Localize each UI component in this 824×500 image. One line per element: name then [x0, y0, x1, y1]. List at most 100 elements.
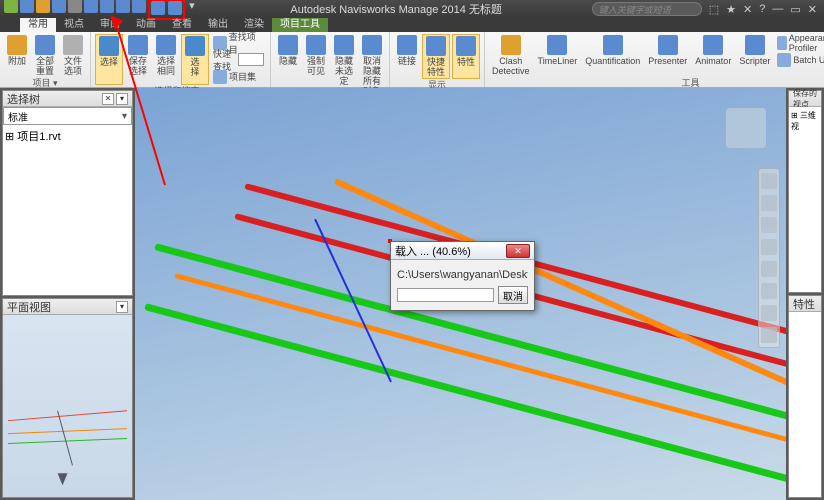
quick-access-toolbar: ▾	[0, 0, 201, 20]
panel-pin-icon[interactable]: ✕	[102, 93, 114, 105]
nav-wheel-icon[interactable]	[761, 173, 777, 189]
nav-orbit-icon[interactable]	[761, 239, 777, 255]
title-bar: ▾ Autodesk Navisworks Manage 2014 无标题 键入…	[0, 0, 824, 18]
maximize-button[interactable]: ▭	[787, 3, 803, 16]
selection-tree-panel: 选择树 ✕ ▾ 标准 ⊞ 项目1.rvt	[2, 90, 133, 296]
animator-button[interactable]: Animator	[692, 34, 734, 77]
panel-header: 选择树 ✕ ▾	[3, 91, 132, 107]
qat-undo-icon[interactable]	[100, 0, 114, 13]
viewport-3d[interactable]: 载入 ... (40.6%) ✕ C:\Users\wangyanan\Desk…	[135, 88, 786, 500]
tree-body[interactable]: ⊞ 项目1.rvt	[3, 125, 132, 295]
progress-bar	[397, 288, 494, 302]
tab-view[interactable]: 查看	[164, 18, 200, 32]
plan-view-panel: 平面视图 ▾	[2, 298, 133, 498]
quick-find-input[interactable]: 快速查找	[211, 51, 266, 68]
work-area: 选择树 ✕ ▾ 标准 ⊞ 项目1.rvt 平面视图 ▾	[0, 88, 824, 500]
sys-icon[interactable]: ★	[723, 3, 739, 16]
nav-zoom-icon[interactable]	[761, 217, 777, 233]
tab-review[interactable]: 审阅	[92, 18, 128, 32]
panel-header: 特性	[789, 296, 821, 312]
append-button[interactable]: 附加	[4, 34, 30, 77]
dialog-body: C:\Users\wangyanan\Desktop\项目1.rvt 取消	[391, 260, 534, 310]
dialog-title-bar[interactable]: 载入 ... (40.6%) ✕	[391, 242, 534, 260]
tree-item[interactable]: ⊞ 项目1.rvt	[5, 127, 130, 145]
nav-look-icon[interactable]	[761, 261, 777, 277]
sys-icon[interactable]: ✕	[740, 3, 755, 16]
nav-fly-icon[interactable]	[761, 305, 777, 321]
qat-save-icon[interactable]	[52, 0, 66, 13]
file-options-button[interactable]: 文件 选项	[60, 34, 86, 77]
ribbon-group-visibility: 隐藏 强制可见 隐藏 未选定 取消隐藏 所有对象 可见性	[271, 32, 390, 87]
timeliner-button[interactable]: TimeLiner	[535, 34, 581, 77]
selection-tree-button[interactable]: 选 择	[181, 34, 209, 85]
qat-open-icon[interactable]	[36, 0, 50, 13]
nav-walk-icon[interactable]	[761, 283, 777, 299]
properties-button[interactable]: 特性	[452, 34, 480, 79]
sets-button[interactable]: 项目集	[211, 68, 266, 85]
save-selection-button[interactable]: 保存 选择	[125, 34, 151, 85]
appearance-profiler-button[interactable]: Appearance Profiler	[775, 34, 824, 51]
nav-pan-icon[interactable]	[761, 195, 777, 211]
panel-close-icon[interactable]: ▾	[116, 301, 128, 313]
sys-icon[interactable]: ?	[756, 3, 768, 16]
window-controls: ⬚ ★ ✕ ? — ▭ ✕	[706, 3, 824, 16]
minimize-button[interactable]: —	[769, 3, 786, 16]
qat-print-icon[interactable]	[68, 0, 82, 13]
highlight-box	[148, 0, 185, 20]
links-button[interactable]: 链接	[394, 34, 420, 79]
panel-header: 平面视图 ▾	[3, 299, 132, 315]
nav-bar	[758, 168, 780, 348]
panel-title: 选择树	[7, 91, 40, 107]
panel-title: 平面视图	[7, 299, 51, 315]
presenter-button[interactable]: Presenter	[645, 34, 690, 77]
batch-utility-button[interactable]: Batch Utility	[775, 51, 824, 68]
select-button[interactable]: 选择	[95, 34, 123, 85]
reset-all-button[interactable]: 全部 重置	[32, 34, 58, 77]
close-button[interactable]: ✕	[805, 3, 820, 16]
viewcube[interactable]	[726, 108, 766, 148]
qat-refresh-icon[interactable]	[84, 0, 98, 13]
plan-svg	[3, 315, 132, 497]
sys-icon[interactable]: ⬚	[706, 3, 722, 16]
ribbon-tabstrip: 常用 视点 审阅 动画 查看 输出 渲染 项目工具	[0, 18, 824, 32]
tree-mode-combo[interactable]: 标准	[3, 107, 132, 125]
saved-viewpoints-panel: 保存的视点 ⊞ 三维视	[788, 90, 822, 293]
qat-new-icon[interactable]	[20, 0, 34, 13]
tab-project-tools[interactable]: 项目工具	[272, 18, 328, 32]
qat-redo-icon[interactable]	[116, 0, 130, 13]
load-dialog: 载入 ... (40.6%) ✕ C:\Users\wangyanan\Desk…	[390, 241, 535, 311]
panel-close-icon[interactable]: ▾	[116, 93, 128, 105]
dialog-close-button[interactable]: ✕	[506, 244, 530, 258]
dialog-highlight: 载入 ... (40.6%) ✕ C:\Users\wangyanan\Desk…	[388, 239, 392, 243]
dialog-path-text: C:\Users\wangyanan\Desktop\项目1.rvt	[397, 266, 528, 282]
quick-props-button[interactable]: 快捷 特性	[422, 34, 450, 79]
quantification-button[interactable]: Quantification	[582, 34, 643, 77]
saved-body[interactable]: ⊞ 三维视	[789, 107, 821, 292]
tab-home[interactable]: 常用	[20, 18, 56, 32]
select-same-button[interactable]: 选择 相同	[153, 34, 179, 85]
help-search-input[interactable]: 键入关键字或短语	[592, 2, 702, 16]
app-logo-icon[interactable]	[4, 0, 18, 13]
qat-dropdown-icon[interactable]: ▾	[187, 0, 197, 20]
panel-header: 保存的视点	[789, 91, 821, 107]
qat-btn1-icon[interactable]	[151, 1, 165, 15]
nav-camera-icon[interactable]	[761, 327, 777, 343]
plan-view[interactable]	[3, 315, 132, 497]
tab-viewpoint[interactable]: 视点	[56, 18, 92, 32]
tab-animation[interactable]: 动画	[128, 18, 164, 32]
properties-panel: 特性	[788, 295, 822, 498]
ribbon-group-display: 链接 快捷 特性 特性 显示	[390, 32, 485, 87]
ribbon-group-tools: Clash Detective TimeLiner Quantification…	[485, 32, 824, 87]
qat-select-icon[interactable]	[132, 0, 146, 13]
scripter-button[interactable]: Scripter	[736, 34, 773, 77]
left-column: 选择树 ✕ ▾ 标准 ⊞ 项目1.rvt 平面视图 ▾	[0, 88, 135, 500]
right-column: 保存的视点 ⊞ 三维视 特性	[786, 88, 824, 500]
dialog-title: 载入 ... (40.6%)	[395, 243, 471, 259]
cancel-button[interactable]: 取消	[498, 286, 528, 304]
qat-btn2-icon[interactable]	[168, 1, 182, 15]
panel-title: 特性	[793, 296, 815, 312]
ribbon: 附加 全部 重置 文件 选项 项目 ▾ 选择 保存 选择 选择 相同 选 择 查…	[0, 32, 824, 88]
props-body[interactable]	[789, 312, 821, 497]
tree-item[interactable]: ⊞ 三维视	[791, 109, 819, 133]
clash-detective-button[interactable]: Clash Detective	[489, 34, 533, 77]
